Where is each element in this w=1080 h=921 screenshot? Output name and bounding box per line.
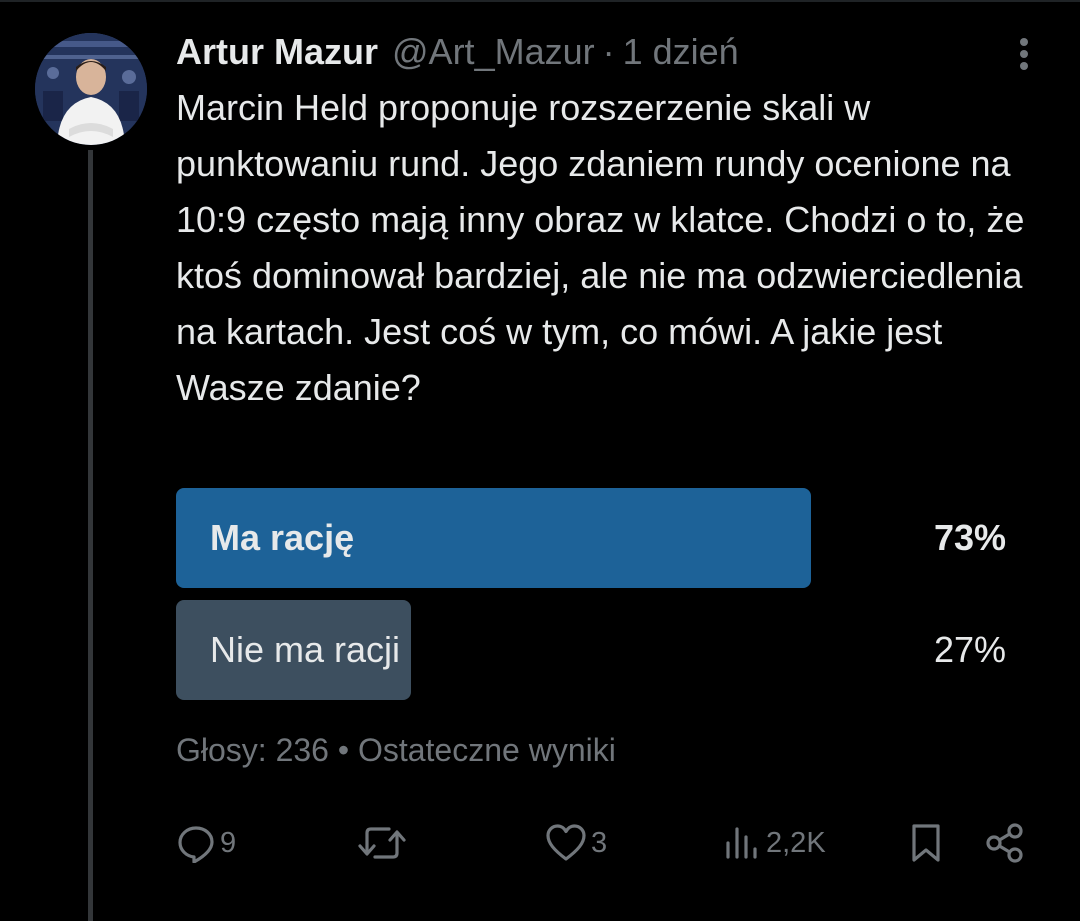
tweet-header: Artur Mazur @Art_Mazur · 1 dzień — [176, 28, 739, 76]
share-button[interactable] — [984, 820, 1026, 866]
tweet-text: Marcin Held proponuje rozszerzenie skali… — [176, 87, 1025, 408]
reply-button[interactable]: 9 — [176, 820, 236, 866]
header-separator: · — [602, 31, 615, 72]
poll-option-label: Nie ma racji — [210, 629, 401, 670]
poll-option[interactable]: Nie ma racji 27% — [176, 600, 1006, 700]
poll-option-percent: 73% — [933, 517, 1006, 558]
top-divider — [0, 0, 1080, 2]
poll-meta-separator: • — [337, 732, 350, 768]
poll-option[interactable]: Ma rację 73% — [176, 488, 1006, 588]
views-button[interactable]: 2,2K — [722, 820, 826, 866]
reply-icon — [178, 826, 214, 863]
poll-vote-count: Głosy: 236 — [176, 732, 329, 768]
retweet-icon — [358, 827, 406, 859]
retweet-button[interactable] — [357, 820, 407, 866]
thread-line — [88, 150, 93, 921]
heart-icon — [546, 824, 586, 861]
poll-status: Ostateczne wyniki — [357, 732, 616, 768]
poll-meta: Głosy: 236 • Ostateczne wyniki — [176, 728, 616, 772]
author-name[interactable]: Artur Mazur — [176, 28, 378, 76]
more-vertical-icon — [1020, 38, 1028, 70]
like-count: 3 — [591, 826, 608, 859]
reply-count: 9 — [220, 826, 237, 859]
poll-option-percent: 27% — [933, 629, 1006, 670]
avatar[interactable] — [35, 33, 147, 145]
tweet-timestamp[interactable]: 1 dzień — [623, 28, 739, 76]
bookmark-button[interactable] — [908, 820, 944, 866]
more-options-button[interactable] — [1008, 36, 1040, 76]
avatar-photo — [35, 33, 147, 145]
author-handle[interactable]: @Art_Mazur — [392, 28, 595, 76]
bookmark-icon — [912, 824, 940, 862]
views-bar-chart-icon — [726, 827, 757, 859]
share-icon — [986, 823, 1023, 863]
poll-option-label: Ma rację — [210, 517, 355, 558]
like-button[interactable]: 3 — [545, 820, 607, 866]
views-count: 2,2K — [766, 826, 826, 859]
